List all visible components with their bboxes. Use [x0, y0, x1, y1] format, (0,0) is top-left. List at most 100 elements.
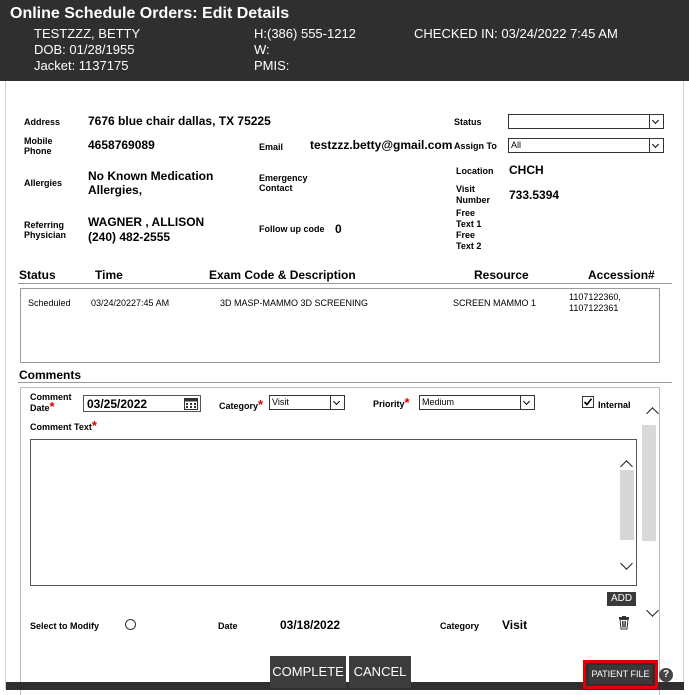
patient-name: TESTZZZ, BETTY: [34, 26, 141, 41]
email-label: Email: [259, 142, 284, 152]
col-time: Time: [95, 268, 123, 282]
add-comment-button[interactable]: ADD: [607, 592, 636, 606]
required-asterisk: *: [404, 395, 410, 410]
mobile-value: 4658769089: [88, 138, 155, 152]
referring-value-1: WAGNER , ALLISON: [88, 215, 205, 229]
col-accession: Accession#: [588, 268, 655, 282]
category-select-value: Visit: [272, 397, 289, 407]
required-asterisk: *: [258, 397, 264, 412]
comment-date-label-2-text: Date: [30, 403, 50, 413]
divider: [18, 382, 672, 383]
complete-button[interactable]: COMPLETE: [270, 656, 346, 688]
referring-value-2: (240) 482-2555: [88, 230, 171, 244]
comment-date-input[interactable]: 03/25/2022: [83, 395, 201, 412]
visit-value: 733.5394: [509, 188, 560, 202]
col-status: Status: [19, 268, 56, 282]
table-row-exam[interactable]: 3D MASP-MAMMO 3D SCREENING: [220, 298, 368, 309]
emergency-label-2: Contact: [259, 183, 293, 193]
col-exam: Exam Code & Description: [209, 268, 356, 282]
email-value: testzzz.betty@gmail.com: [310, 138, 453, 152]
select-to-modify-label: Select to Modify: [30, 621, 100, 631]
location-label: Location: [456, 166, 494, 176]
free-text-2-label-1: Free: [456, 230, 476, 240]
emergency-label-1: Emergency: [259, 173, 308, 183]
category-select[interactable]: Visit: [269, 395, 345, 410]
patient-file-button[interactable]: PATIENT FILE: [589, 665, 652, 684]
mobile-label-1: Mobile: [24, 136, 53, 146]
allergies-value-2: Allergies,: [88, 183, 143, 197]
patient-file-highlight: PATIENT FILE: [583, 660, 658, 689]
assign-to-value: All: [511, 140, 522, 150]
list-date-value: 03/18/2022: [280, 618, 341, 632]
priority-select-value: Medium: [422, 397, 455, 407]
internal-checkbox[interactable]: [582, 396, 594, 408]
status-label: Status: [454, 117, 482, 127]
visit-label-1: Visit: [456, 184, 475, 194]
followup-value: 0: [335, 222, 342, 236]
pmis: PMIS:: [254, 58, 290, 73]
panel-scroll-down-icon[interactable]: [646, 604, 659, 617]
calendar-icon[interactable]: [184, 398, 198, 410]
panel-scroll-up-icon[interactable]: [646, 407, 659, 420]
panel-scrollbar-thumb[interactable]: [642, 425, 656, 541]
textarea-scroll-down-icon[interactable]: [620, 557, 633, 570]
list-date-label: Date: [218, 621, 238, 631]
comment-text-label: Comment Text*: [30, 418, 97, 433]
priority-select[interactable]: Medium: [419, 395, 535, 410]
checked-in: CHECKED IN: 03/24/2022 7:45 AM: [414, 26, 618, 41]
comments-title: Comments: [19, 368, 82, 382]
comments-panel: Comment Date* 03/25/2022 Category* Visit…: [20, 387, 660, 695]
patient-dob: DOB: 01/28/1955: [34, 42, 135, 57]
referring-label-2: Physician: [24, 230, 67, 240]
priority-label: Priority*: [373, 395, 410, 410]
category-label: Category*: [219, 397, 264, 412]
comment-text-area[interactable]: [30, 439, 637, 586]
cancel-button[interactable]: CANCEL: [349, 656, 411, 688]
table-row-accession-1[interactable]: 1107122360,: [569, 292, 621, 303]
category-label-text: Category: [219, 401, 259, 411]
visit-label-2: Number: [456, 195, 491, 205]
address-value: 7676 blue chair dallas, TX 75225: [88, 114, 271, 128]
comment-date-label-2: Date*: [30, 399, 55, 414]
table-row-resource[interactable]: SCREEN MAMMO 1: [453, 298, 536, 309]
chevron-down-icon: [520, 396, 534, 409]
required-asterisk: *: [49, 399, 55, 414]
free-text-1-label-1: Free: [456, 208, 476, 218]
trash-icon[interactable]: [618, 616, 630, 630]
comment-date-value: 03/25/2022: [87, 397, 148, 411]
followup-label: Follow up code: [259, 224, 325, 234]
free-text-2-label-2: Text 2: [456, 241, 482, 251]
home-phone: H:(386) 555-1212: [254, 26, 356, 41]
allergies-value-1: No Known Medication: [88, 169, 214, 183]
help-icon[interactable]: ?: [659, 668, 673, 682]
priority-label-text: Priority: [373, 399, 405, 409]
work-phone: W:: [254, 42, 270, 57]
edit-details-panel: Address 7676 blue chair dallas, TX 75225…: [5, 81, 684, 695]
table-row-time[interactable]: 03/24/20227:45 AM: [91, 298, 169, 309]
status-select[interactable]: [508, 114, 664, 129]
comment-text-label-text: Comment Text: [30, 422, 92, 432]
patient-jacket: Jacket: 1137175: [34, 58, 129, 73]
assign-to-select[interactable]: All: [508, 138, 664, 153]
textarea-scrollbar-thumb[interactable]: [620, 470, 634, 540]
chevron-down-icon: [649, 139, 663, 152]
allergies-label: Allergies: [24, 178, 63, 188]
free-text-1-label-2: Text 1: [456, 219, 482, 229]
mobile-label-2: Phone: [24, 146, 52, 156]
orders-table: Scheduled 03/24/20227:45 AM 3D MASP-MAMM…: [20, 288, 660, 363]
location-value: CHCH: [509, 163, 544, 177]
table-row-status[interactable]: Scheduled: [28, 298, 71, 309]
select-comment-radio[interactable]: [125, 619, 136, 630]
list-category-label: Category: [440, 621, 480, 631]
referring-label-1: Referring: [24, 220, 65, 230]
list-category-value: Visit: [502, 618, 528, 632]
required-asterisk: *: [91, 418, 97, 433]
divider: [18, 283, 672, 284]
address-label: Address: [24, 117, 61, 127]
table-row-accession-2[interactable]: 1107122361: [569, 303, 618, 314]
page-header: Online Schedule Orders: Edit Details TES…: [0, 0, 689, 81]
checkmark-icon: [583, 398, 593, 406]
col-resource: Resource: [474, 268, 529, 282]
chevron-down-icon: [330, 396, 344, 409]
internal-label: Internal: [598, 400, 631, 410]
